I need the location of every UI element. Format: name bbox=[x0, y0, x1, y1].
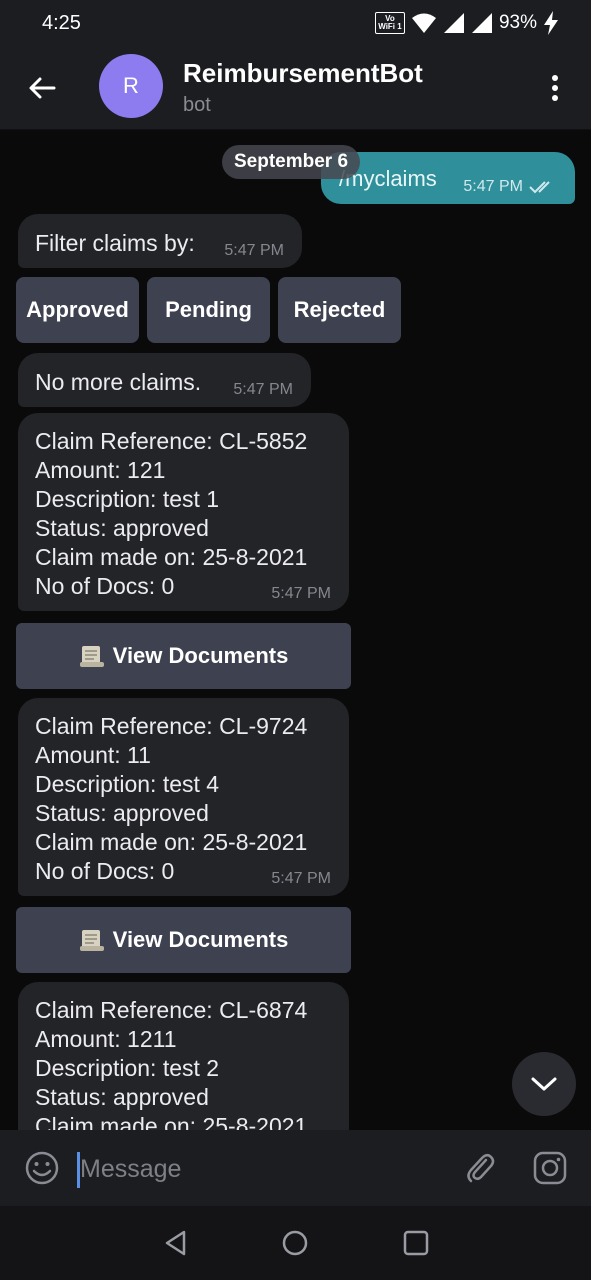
back-arrow-icon[interactable] bbox=[26, 72, 58, 104]
claim-line: Claim made on: 25-8-2021 bbox=[35, 1113, 308, 1130]
message-time: 5:47 PM bbox=[463, 178, 523, 195]
claim-line: Description: test 4 bbox=[35, 771, 220, 797]
chat-subtitle: bot bbox=[183, 94, 211, 116]
filter-rejected-button[interactable]: Rejected bbox=[278, 277, 401, 343]
signal-icon-2 bbox=[471, 13, 492, 33]
date-chip: September 6 bbox=[222, 145, 361, 179]
chat-area[interactable]: September 6 /myclaims 5:47 PM Filter cla… bbox=[0, 130, 591, 1130]
paperclip-icon[interactable] bbox=[462, 1150, 498, 1186]
claim-line: Claim Reference: CL-9724 bbox=[35, 713, 308, 739]
nav-back-icon[interactable] bbox=[162, 1229, 190, 1257]
double-check-icon bbox=[529, 181, 550, 194]
claim-line: Status: approved bbox=[35, 515, 209, 541]
claim-line: Status: approved bbox=[35, 1084, 209, 1110]
view-documents-button[interactable]: View Documents bbox=[16, 907, 351, 973]
no-more-message[interactable]: No more claims. 5:47 PM bbox=[18, 353, 311, 407]
filter-approved-button[interactable]: Approved bbox=[16, 277, 139, 343]
battery-percent: 93% bbox=[498, 12, 537, 33]
camera-icon[interactable] bbox=[532, 1150, 568, 1186]
filter-pending-button[interactable]: Pending bbox=[147, 277, 270, 343]
message-time: 5:47 PM bbox=[224, 242, 284, 259]
claim-line: Amount: 11 bbox=[35, 742, 151, 768]
status-icons: Vo WiFi 1 93% bbox=[374, 11, 559, 35]
filter-message[interactable]: Filter claims by: 5:47 PM bbox=[18, 214, 302, 268]
view-documents-button[interactable]: View Documents bbox=[16, 623, 351, 689]
view-documents-label: View Documents bbox=[112, 643, 289, 668]
claim-line: Claim Reference: CL-6874 bbox=[35, 997, 308, 1023]
view-documents-label: View Documents bbox=[112, 927, 289, 952]
status-time: 4:25 bbox=[42, 12, 81, 34]
claim-line: Amount: 121 bbox=[35, 457, 166, 483]
nav-home-icon[interactable] bbox=[281, 1229, 309, 1257]
filter-keyboard: Approved Pending Rejected bbox=[16, 277, 401, 343]
vowifi-icon: Vo WiFi 1 bbox=[374, 12, 405, 34]
message-input[interactable] bbox=[80, 1150, 440, 1188]
claim-message[interactable]: Claim Reference: CL-6874 Amount: 1211 De… bbox=[18, 982, 349, 1130]
emoji-icon[interactable] bbox=[24, 1150, 60, 1186]
claim-line: Claim Reference: CL-5852 bbox=[35, 428, 308, 454]
scroll-icon bbox=[79, 930, 104, 951]
nav-recents-icon[interactable] bbox=[402, 1229, 430, 1257]
scroll-icon bbox=[79, 646, 104, 667]
claim-line: Claim made on: 25-8-2021 bbox=[35, 544, 308, 570]
message-time: 5:47 PM bbox=[233, 381, 293, 398]
message-meta: 5:47 PM bbox=[463, 178, 555, 196]
message-input-bar bbox=[0, 1130, 591, 1206]
scroll-down-button[interactable] bbox=[512, 1052, 576, 1116]
claim-line: Description: test 2 bbox=[35, 1055, 220, 1081]
message-time: 5:47 PM bbox=[271, 870, 331, 887]
claim-message[interactable]: Claim Reference: CL-9724 Amount: 11 Desc… bbox=[18, 698, 349, 896]
chevron-down-icon bbox=[531, 1077, 557, 1091]
claim-line: Description: test 1 bbox=[35, 486, 220, 512]
more-options-icon[interactable] bbox=[543, 70, 567, 106]
charging-icon bbox=[544, 11, 558, 35]
signal-icon bbox=[443, 13, 464, 33]
chat-header: R ReimbursementBot bot bbox=[0, 48, 591, 130]
claim-message[interactable]: Claim Reference: CL-5852 Amount: 121 Des… bbox=[18, 413, 349, 611]
status-bar: 4:25 Vo WiFi 1 93% bbox=[0, 0, 591, 48]
message-time: 5:47 PM bbox=[271, 585, 331, 602]
chat-title[interactable]: ReimbursementBot bbox=[183, 58, 423, 89]
claim-line: Status: approved bbox=[35, 800, 209, 826]
avatar[interactable]: R bbox=[99, 54, 163, 118]
system-nav-bar bbox=[0, 1206, 591, 1280]
wifi-icon bbox=[411, 13, 436, 33]
claim-line: Claim made on: 25-8-2021 bbox=[35, 829, 308, 855]
claim-line: Amount: 1211 bbox=[35, 1026, 177, 1052]
